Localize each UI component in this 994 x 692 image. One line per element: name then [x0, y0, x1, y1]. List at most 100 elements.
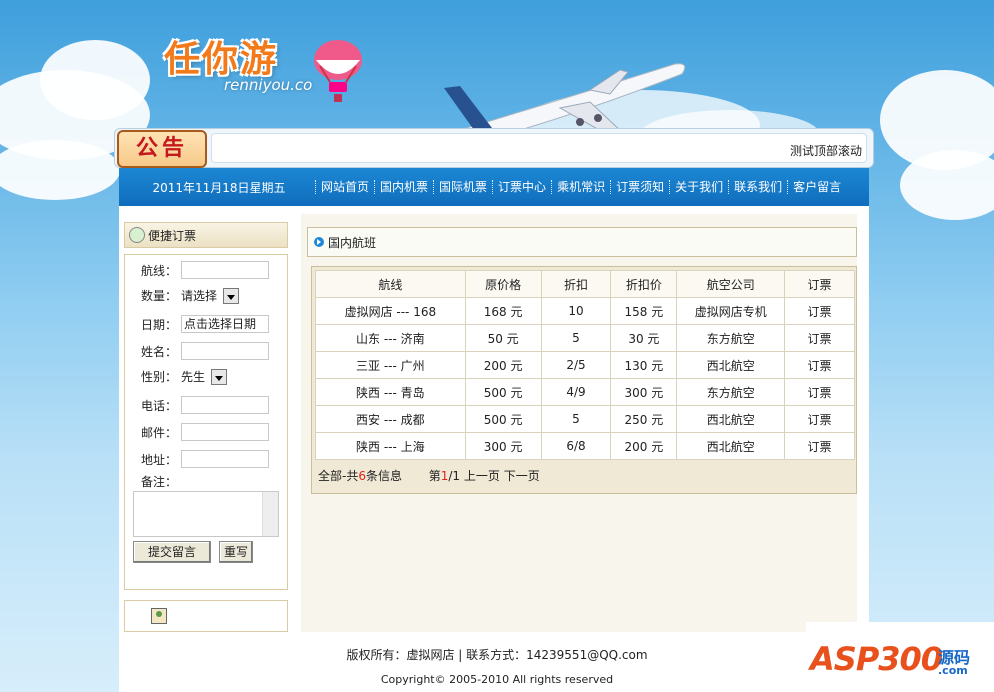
nav-item-flight-tips[interactable]: 乘机常识 [551, 180, 610, 194]
quick-booking-title: 便捷订票 [148, 228, 197, 243]
col-header-book: 订票 [784, 270, 855, 298]
gender-select[interactable]: 先生 [181, 368, 228, 385]
date-label: 日期： [141, 317, 178, 332]
email-input[interactable] [181, 423, 269, 441]
cloud [0, 140, 120, 200]
gender-label: 性别： [141, 370, 178, 384]
airline-cell: 西北航空 [676, 351, 786, 379]
book-link[interactable]: 订票 [784, 405, 855, 433]
main-page: 2011年11月18日星期五 网站首页 国内机票 国际机票 订票中心 乘机常识 … [119, 168, 869, 638]
chat-icon [129, 227, 145, 243]
content-header: 国内航班 [307, 227, 857, 257]
sidebar-footer-box [124, 600, 288, 632]
book-link[interactable]: 订票 [784, 351, 855, 379]
name-input[interactable] [181, 342, 269, 360]
quantity-row: 数量： 请选择 [141, 287, 240, 304]
airline-cell: 东方航空 [676, 378, 786, 406]
prev-page-link[interactable]: 上一页 [464, 469, 500, 483]
nav-item-booking[interactable]: 订票中心 [492, 180, 551, 194]
user-icon[interactable] [151, 608, 167, 624]
nav-item-booking-notes[interactable]: 订票须知 [610, 180, 669, 194]
chevron-down-icon[interactable] [211, 368, 228, 385]
table-row: 陕西 --- 青岛 500 元 4/9 300 元 东方航空 订票 [315, 378, 855, 406]
textarea-scrollbar[interactable] [262, 492, 278, 536]
submit-button[interactable]: 提交留言 [133, 541, 211, 563]
airplane-icon [444, 63, 686, 137]
col-header-route: 航线 [315, 270, 466, 298]
notice-text[interactable]: 测试顶部滚动 [790, 142, 862, 159]
address-label: 地址： [141, 452, 178, 467]
watermark-logo: ASP300 源码 .com [806, 622, 994, 692]
nav-item-home[interactable]: 网站首页 [315, 180, 374, 194]
gender-value: 先生 [181, 370, 206, 384]
page-prefix: 第 [428, 469, 441, 483]
airline-cell: 东方航空 [676, 324, 786, 352]
book-link[interactable]: 订票 [784, 378, 855, 406]
phone-row: 电话： [141, 396, 269, 414]
book-link[interactable]: 订票 [784, 324, 855, 352]
route-label: 航线： [141, 263, 178, 278]
reset-button[interactable]: 重写 [219, 541, 253, 563]
phone-input[interactable] [181, 396, 269, 414]
remark-row: 备注： [141, 473, 181, 490]
quantity-label: 数量： [141, 289, 178, 303]
cloud [40, 40, 150, 120]
route-input[interactable] [181, 261, 269, 279]
col-header-airline: 航空公司 [676, 270, 786, 298]
table-row: 三亚 --- 广州 200 元 2/5 130 元 西北航空 订票 [315, 351, 855, 379]
airline-cell: 西北航空 [676, 405, 786, 433]
discount-cell: 5 [540, 324, 612, 352]
col-header-price: 原价格 [464, 270, 542, 298]
route-cell[interactable]: 三亚 --- 广州 [315, 351, 466, 379]
book-link[interactable]: 订票 [784, 297, 855, 325]
content-title: 国内航班 [328, 235, 377, 250]
address-input[interactable] [181, 450, 269, 468]
name-row: 姓名： [141, 342, 269, 360]
watermark-com: .com [938, 664, 968, 677]
watermark-brand: ASP300 [810, 640, 943, 678]
discount-price-cell: 130 元 [610, 351, 678, 379]
table-row: 虚拟网店 --- 168 168 元 10 158 元 虚拟网店专机 订票 [315, 297, 855, 325]
logo-title: 任你游 [164, 39, 279, 80]
book-link[interactable]: 订票 [784, 432, 855, 460]
discount-price-cell: 30 元 [610, 324, 678, 352]
nav-item-messages[interactable]: 客户留言 [787, 180, 846, 194]
date-row: 日期： 点击选择日期 [141, 315, 269, 333]
chevron-down-icon[interactable] [223, 287, 240, 304]
flight-table: 航线 原价格 折扣 折扣价 航空公司 订票 虚拟网店 --- 168 168 元… [315, 270, 855, 460]
flight-content: 国内航班 航线 原价格 折扣 折扣价 航空公司 订票 虚拟网店 --- 168 … [299, 214, 857, 632]
nav-item-contact[interactable]: 联系我们 [728, 180, 787, 194]
nav-bar: 2011年11月18日星期五 网站首页 国内机票 国际机票 订票中心 乘机常识 … [119, 168, 869, 206]
quick-booking-panel: 便捷订票 航线： 数量： 请选择 日期： 点击选择日期 姓名： 性别： 先生 电… [124, 222, 288, 632]
discount-cell: 2/5 [540, 351, 612, 379]
remark-label: 备注： [141, 475, 178, 489]
site-logo[interactable]: 任你游 renniyou.co [164, 30, 312, 94]
airline-cell: 虚拟网店专机 [676, 297, 786, 325]
flight-table-box: 航线 原价格 折扣 折扣价 航空公司 订票 虚拟网店 --- 168 168 元… [311, 266, 857, 494]
date-input[interactable]: 点击选择日期 [181, 315, 269, 333]
price-cell: 168 元 [464, 297, 542, 325]
arrow-circle-icon [314, 237, 324, 247]
route-cell[interactable]: 陕西 --- 青岛 [315, 378, 466, 406]
route-cell[interactable]: 陕西 --- 上海 [315, 432, 466, 460]
price-cell: 500 元 [464, 405, 542, 433]
price-cell: 300 元 [464, 432, 542, 460]
table-row: 山东 --- 济南 50 元 5 30 元 东方航空 订票 [315, 324, 855, 352]
booking-form: 航线： 数量： 请选择 日期： 点击选择日期 姓名： 性别： 先生 电话： 邮件… [124, 254, 288, 590]
next-page-link[interactable]: 下一页 [504, 469, 540, 483]
nav-item-about[interactable]: 关于我们 [669, 180, 728, 194]
remark-textarea[interactable] [133, 491, 279, 537]
notice-marquee: 测试顶部滚动 [211, 133, 867, 163]
nav-item-domestic[interactable]: 国内机票 [374, 180, 433, 194]
route-cell[interactable]: 西安 --- 成都 [315, 405, 466, 433]
discount-price-cell: 158 元 [610, 297, 678, 325]
route-cell[interactable]: 山东 --- 济南 [315, 324, 466, 352]
discount-price-cell: 200 元 [610, 432, 678, 460]
quantity-value: 请选择 [181, 289, 218, 303]
nav-item-international[interactable]: 国际机票 [433, 180, 492, 194]
gender-row: 性别： 先生 [141, 368, 228, 385]
route-cell[interactable]: 虚拟网店 --- 168 [315, 297, 466, 325]
pagination: 全部-共6条信息 第1/1 上一页 下一页 [318, 467, 540, 484]
table-header-row: 航线 原价格 折扣 折扣价 航空公司 订票 [315, 270, 855, 298]
quantity-select[interactable]: 请选择 [181, 287, 240, 304]
